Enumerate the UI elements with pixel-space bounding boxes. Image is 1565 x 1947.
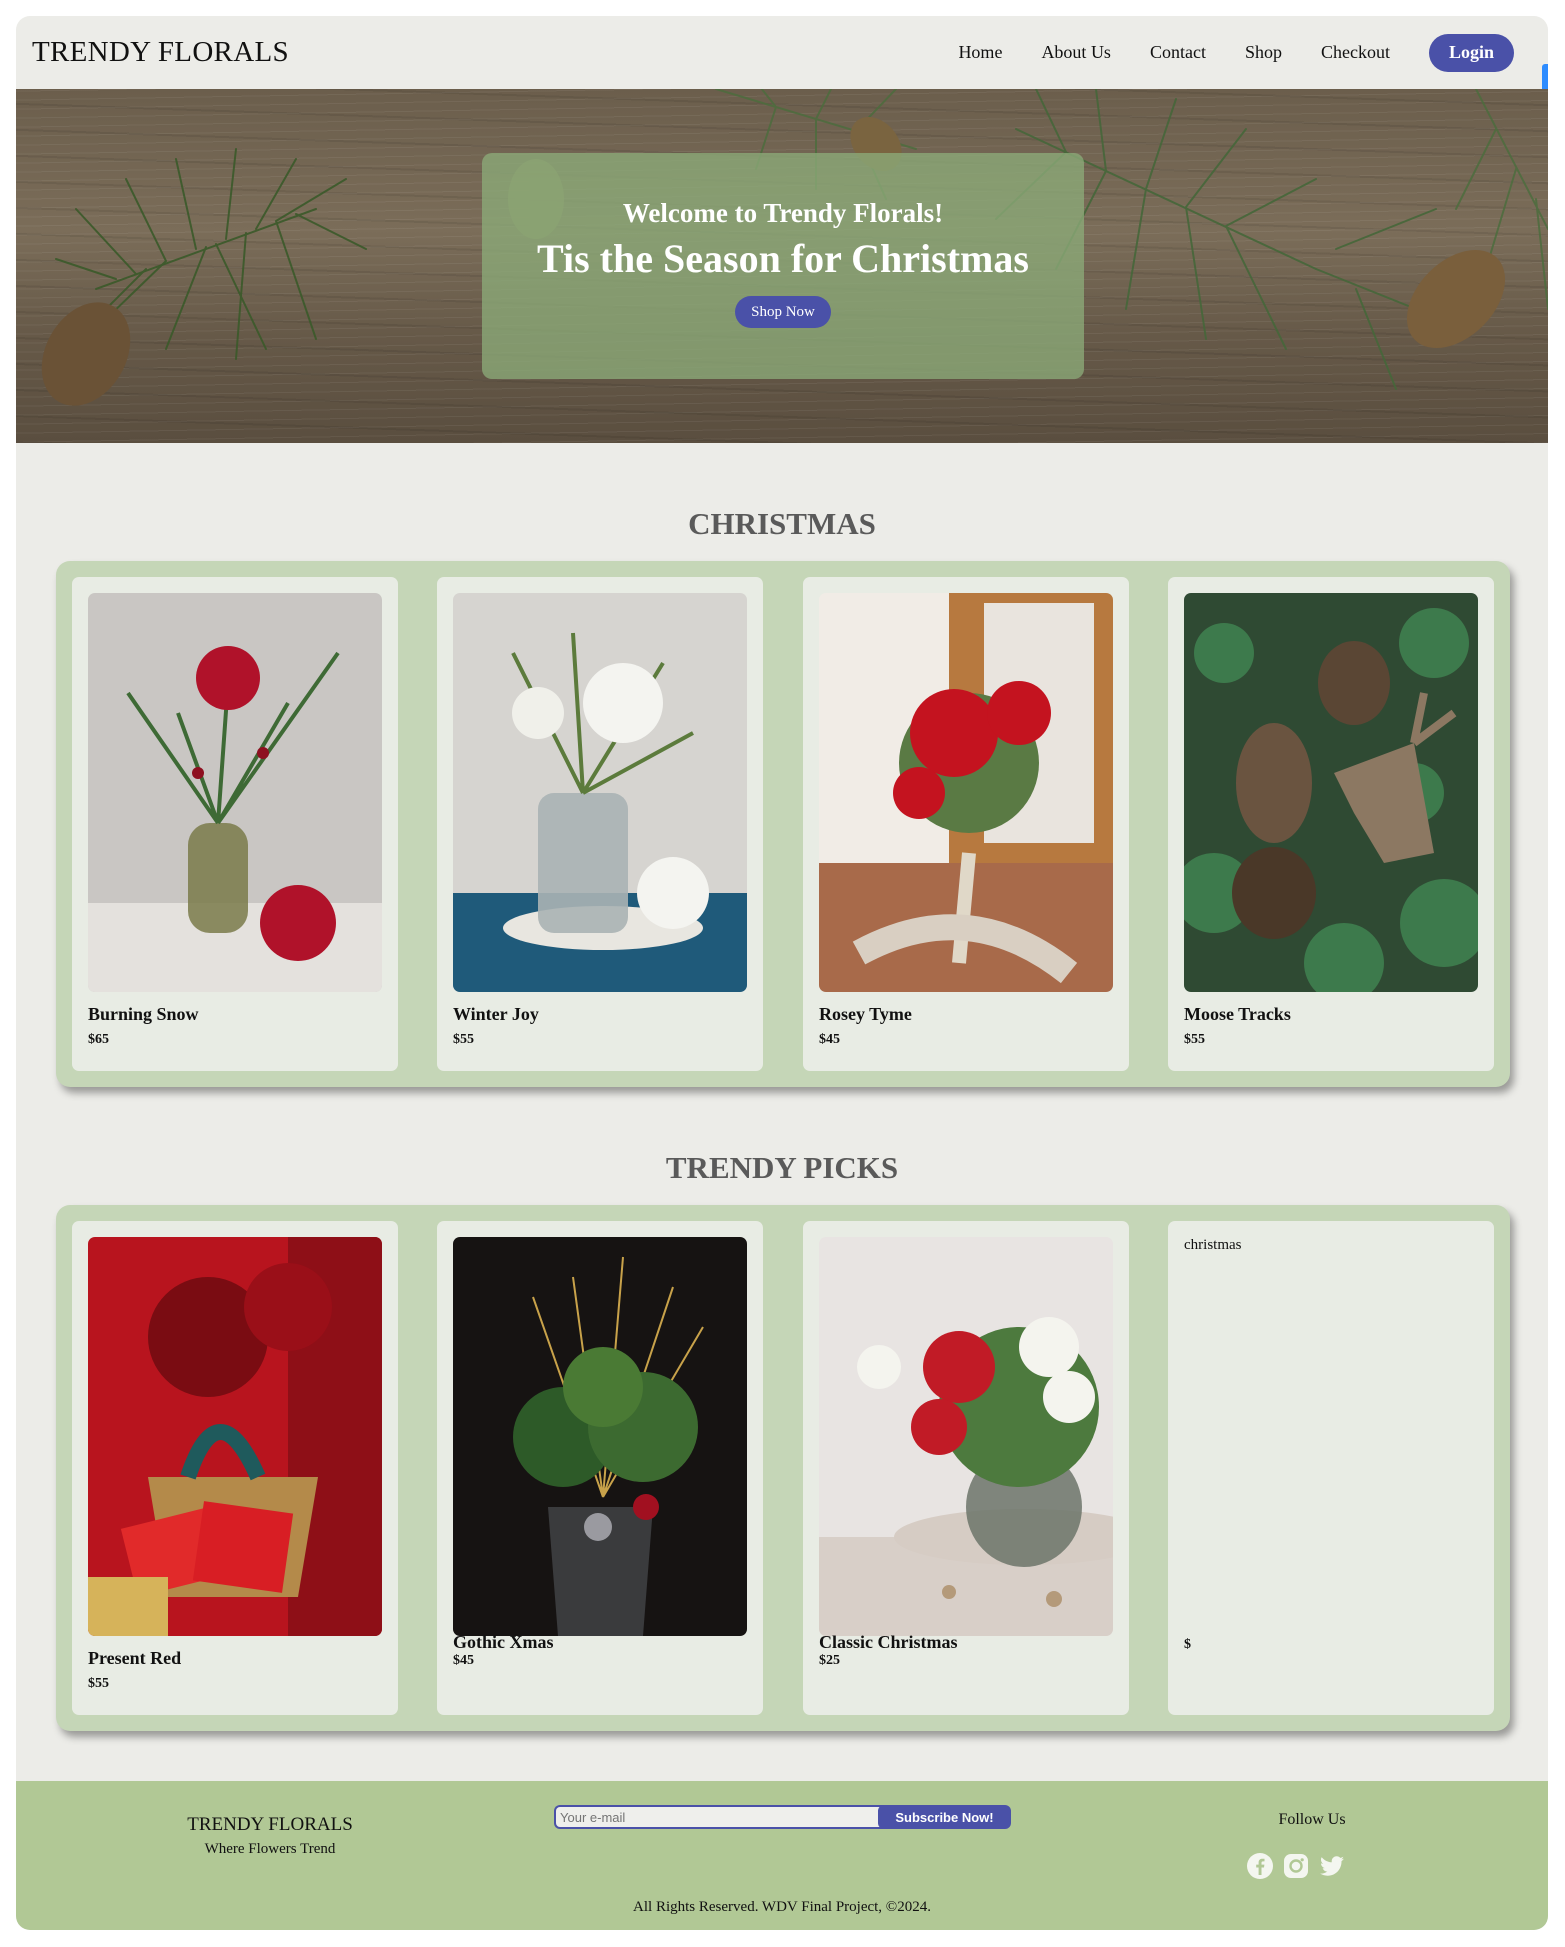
site-footer: TRENDY FLORALS Where Flowers Trend Subsc…: [16, 1781, 1548, 1930]
product-name: Gothic Xmas: [453, 1632, 554, 1652]
footer-brand: TRENDY FLORALS: [187, 1814, 353, 1835]
product-image[interactable]: [453, 1237, 747, 1636]
product-card[interactable]: Moose Tracks $55: [1168, 577, 1494, 1071]
christmas-heading: CHRISTMAS: [688, 506, 876, 541]
hero-banner: Welcome to Trendy Florals! Tis the Seaso…: [16, 89, 1548, 443]
product-card[interactable]: Classic Christmas $25: [803, 1221, 1129, 1715]
nav-link-checkout[interactable]: Checkout: [1321, 42, 1390, 63]
subscribe-button[interactable]: Subscribe Now!: [878, 1805, 1011, 1829]
nav-link-about[interactable]: About Us: [1041, 42, 1111, 63]
trendy-panel: Present Red $55 Gothic Xmas $45 Classic …: [56, 1205, 1510, 1731]
product-image[interactable]: [819, 1237, 1113, 1636]
product-card[interactable]: Rosey Tyme $45: [803, 577, 1129, 1071]
product-card[interactable]: Burning Snow $65: [72, 577, 398, 1071]
nav-link-contact[interactable]: Contact: [1150, 42, 1206, 63]
shop-now-button[interactable]: Shop Now: [735, 296, 831, 328]
hero-title: Tis the Season for Christmas: [537, 236, 1029, 281]
broken-image-alt: christmas: [1184, 1237, 1242, 1253]
product-price: $55: [1184, 1032, 1205, 1047]
product-name: Burning Snow: [88, 1004, 199, 1024]
product-price: $45: [819, 1032, 840, 1047]
nav-menu: Home About Us Contact Shop Checkout Logi…: [919, 33, 1532, 72]
follow-us-label: Follow Us: [1278, 1811, 1346, 1828]
page-frame: TRENDY FLORALS Home About Us Contact Sho…: [16, 16, 1548, 1930]
product-name: Moose Tracks: [1184, 1004, 1291, 1024]
product-name: Classic Christmas: [819, 1632, 958, 1652]
instagram-icon[interactable]: [1282, 1852, 1310, 1880]
broken-image-placeholder[interactable]: christmas: [1184, 1237, 1242, 1254]
product-price: $: [1184, 1637, 1191, 1652]
login-button[interactable]: Login: [1428, 33, 1514, 72]
twitter-icon[interactable]: [1318, 1852, 1346, 1880]
footer-tagline: Where Flowers Trend: [204, 1841, 336, 1857]
product-price: $55: [88, 1676, 109, 1691]
product-image[interactable]: [88, 1237, 382, 1636]
product-price: $25: [819, 1653, 840, 1668]
copyright-text: All Rights Reserved. WDV Final Project, …: [633, 1899, 931, 1915]
product-card[interactable]: christmas $: [1168, 1221, 1494, 1715]
hero-welcome-text: Welcome to Trendy Florals!: [622, 198, 944, 228]
product-price: $45: [453, 1653, 474, 1668]
product-name: Rosey Tyme: [819, 1004, 912, 1024]
top-nav: TRENDY FLORALS Home About Us Contact Sho…: [16, 16, 1548, 116]
social-links: [1246, 1852, 1346, 1880]
email-field[interactable]: [554, 1805, 888, 1829]
nav-link-home[interactable]: Home: [958, 42, 1002, 63]
nav-link-shop[interactable]: Shop: [1245, 42, 1282, 63]
product-image[interactable]: [819, 593, 1113, 992]
product-price: $65: [88, 1032, 109, 1047]
product-name: Present Red: [88, 1648, 182, 1668]
product-name: Winter Joy: [453, 1004, 539, 1024]
product-image[interactable]: [453, 593, 747, 992]
brand-logo[interactable]: TRENDY FLORALS: [32, 36, 289, 69]
product-card[interactable]: Winter Joy $55: [437, 577, 763, 1071]
product-card[interactable]: Gothic Xmas $45: [437, 1221, 763, 1715]
product-card[interactable]: Present Red $55: [72, 1221, 398, 1715]
product-image[interactable]: [1184, 593, 1478, 992]
trendy-heading: TRENDY PICKS: [665, 1150, 899, 1185]
product-image[interactable]: [88, 593, 382, 992]
product-price: $55: [453, 1032, 474, 1047]
christmas-panel: Burning Snow $65 Winter Joy $55 Rosey Ty…: [56, 561, 1510, 1087]
hero-overlay: Welcome to Trendy Florals! Tis the Seaso…: [482, 153, 1084, 379]
facebook-icon[interactable]: [1246, 1852, 1274, 1880]
